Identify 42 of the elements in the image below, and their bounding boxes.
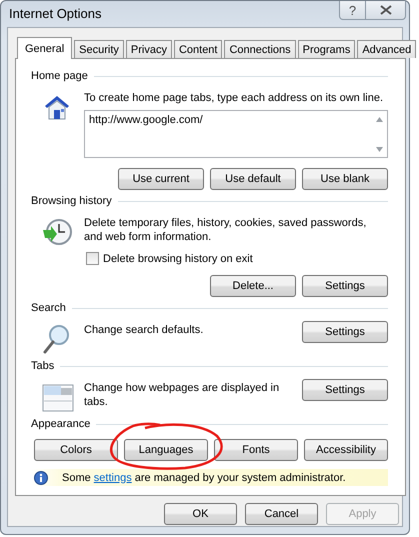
close-icon [380, 5, 392, 15]
tab[interactable]: Content [174, 40, 222, 58]
tab[interactable]: Privacy [126, 40, 172, 58]
close-button[interactable] [366, 1, 406, 20]
settings-link[interactable]: settings [94, 472, 132, 484]
tab[interactable]: General [17, 37, 72, 59]
tab[interactable]: Security [74, 40, 124, 58]
description-text: Delete temporary files, history, cookies, saved passwords, and web form information. [84, 216, 368, 244]
button[interactable]: Use default [210, 168, 296, 190]
group-label: Tabs [31, 360, 54, 372]
button[interactable]: Languages [124, 439, 208, 461]
tab[interactable]: Connections [224, 40, 296, 58]
clock-icon [40, 216, 74, 248]
description-text: Change how webpages are displayed in tabs. [84, 381, 280, 409]
help-button[interactable]: ? [339, 1, 366, 20]
group-label: Appearance [31, 418, 90, 430]
button[interactable]: Delete... [210, 275, 296, 297]
window-title: Internet Options [9, 6, 102, 21]
description-text: Change search defaults. [84, 323, 204, 337]
tab[interactable]: Advanced [357, 40, 416, 58]
button[interactable]: Accessibility [304, 439, 388, 461]
group-label: Search [31, 302, 66, 314]
dialog-button[interactable]: Cancel [245, 503, 318, 525]
button[interactable]: Settings [302, 379, 388, 401]
checkbox[interactable] [86, 252, 99, 265]
group-label: Browsing history [31, 195, 112, 207]
tab[interactable]: Programs [298, 40, 356, 58]
button[interactable]: Colors [34, 439, 118, 461]
description-text: To create home page tabs, type each address on its own line. [84, 91, 384, 105]
button[interactable]: Fonts [214, 439, 298, 461]
button[interactable]: Use blank [302, 168, 388, 190]
address-field[interactable]: http://www.google.com/ [84, 110, 388, 158]
dialog-button[interactable]: OK [164, 503, 237, 525]
scroll-down-icon [376, 147, 383, 152]
checkbox-label: Delete browsing history on exit [103, 252, 253, 264]
button[interactable]: Settings [302, 275, 388, 297]
button[interactable]: Use current [118, 168, 204, 190]
button[interactable]: Settings [302, 321, 388, 343]
group-label: Home page [31, 70, 88, 82]
info-icon [34, 470, 48, 484]
scroll-up-icon [376, 117, 383, 122]
info-text: Some settings are managed by your system administrator. [62, 472, 346, 484]
